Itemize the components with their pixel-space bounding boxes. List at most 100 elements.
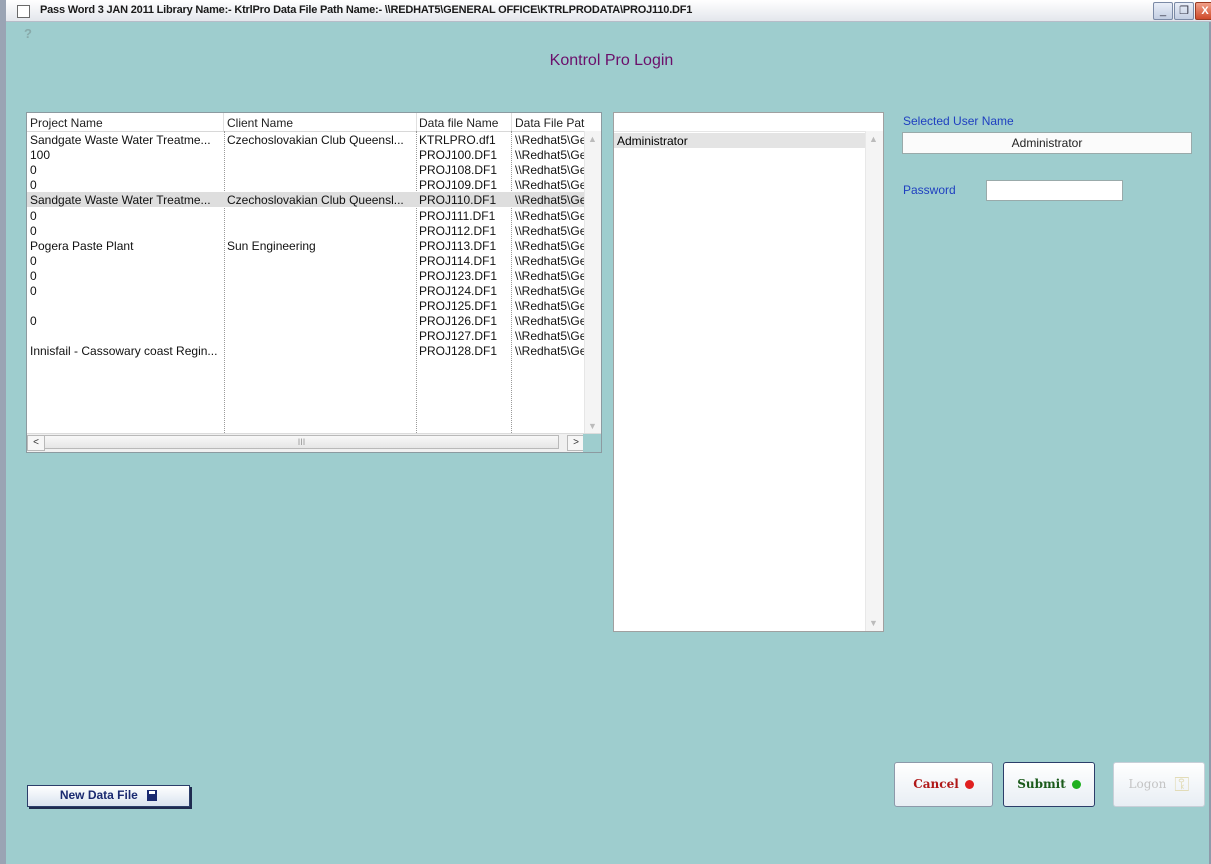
cell-file: PROJ124.DF1 xyxy=(419,284,498,298)
cell-path: \\Redhat5\Ge xyxy=(515,223,585,238)
user-list-header xyxy=(614,113,883,132)
table-row[interactable]: 0 PROJ111.DF1 \\Redhat5\Ge xyxy=(27,208,585,223)
header-divider[interactable] xyxy=(511,113,512,131)
floppy-disk-icon xyxy=(147,790,158,802)
horizontal-scrollbar[interactable]: < III > xyxy=(27,433,601,452)
new-data-file-label: New Data File xyxy=(59,788,138,802)
table-row[interactable]: 0 PROJ124.DF1 \\Redhat5\Ge xyxy=(27,283,585,298)
cell-path: \\Redhat5\Ge xyxy=(515,268,585,283)
keys-icon: ⚿ xyxy=(1174,772,1190,796)
cell-file: PROJ100.DF1 xyxy=(419,148,498,163)
restore-button[interactable]: ❐ xyxy=(1174,2,1194,20)
selected-user-field: Administrator xyxy=(902,132,1192,154)
cell-file: PROJ113.DF1 xyxy=(419,238,497,253)
header-divider[interactable] xyxy=(416,113,417,131)
cell-path: \\Redhat5\Ge xyxy=(515,284,585,298)
table-row[interactable]: PROJ125.DF1 \\Redhat5\Ge xyxy=(27,298,585,313)
scroll-up-icon[interactable]: ▲ xyxy=(869,134,878,144)
table-row[interactable]: 100 PROJ100.DF1 \\Redhat5\Ge xyxy=(27,147,585,162)
scrollbar-corner xyxy=(583,434,601,452)
close-button[interactable]: X xyxy=(1195,2,1211,20)
column-header-project-name[interactable]: Project Name xyxy=(30,116,220,130)
cell-path: \\Redhat5\Ge xyxy=(515,253,585,268)
user-list-item[interactable]: Administrator xyxy=(614,133,866,148)
logon-label: Logon xyxy=(1128,777,1167,791)
cell-file: PROJ123.DF1 xyxy=(419,268,498,283)
cell-client: Czechoslovakian Club Queensl... xyxy=(227,193,404,208)
cell-path: \\Redhat5\Ge xyxy=(515,148,585,163)
vertical-scrollbar[interactable]: ▲ ▼ xyxy=(584,131,601,434)
table-row[interactable]: 0 PROJ108.DF1 \\Redhat5\Ge xyxy=(27,162,585,177)
project-list[interactable]: Project Name Client Name Data file Name … xyxy=(26,112,602,453)
scroll-up-icon[interactable]: ▲ xyxy=(588,134,597,144)
cell-project: Sandgate Waste Water Treatme... xyxy=(30,133,211,147)
table-row[interactable]: 0 PROJ112.DF1 \\Redhat5\Ge xyxy=(27,223,585,238)
user-list[interactable]: Administrator ▲ ▼ xyxy=(613,112,884,632)
table-row[interactable]: 0 PROJ123.DF1 \\Redhat5\Ge xyxy=(27,268,585,283)
cell-file: PROJ112.DF1 xyxy=(419,223,497,238)
table-row[interactable]: 0 PROJ109.DF1 \\Redhat5\Ge xyxy=(27,177,585,192)
user-name: Administrator xyxy=(617,134,688,148)
scroll-left-button[interactable]: < xyxy=(27,435,45,451)
window-menu-icon[interactable] xyxy=(17,5,30,18)
column-header-data-file-path[interactable]: Data File Pathn xyxy=(515,116,585,130)
cell-file: PROJ128.DF1 xyxy=(419,344,498,359)
cell-path: \\Redhat5\Ge xyxy=(515,299,585,314)
horizontal-scroll-thumb[interactable]: III xyxy=(44,435,559,449)
cancel-button[interactable]: Cancel xyxy=(894,762,993,807)
cell-project: 0 xyxy=(30,268,37,283)
cell-project: 0 xyxy=(30,208,37,223)
minimize-button[interactable]: _ xyxy=(1153,2,1173,20)
header-divider[interactable] xyxy=(223,113,224,131)
table-row[interactable]: PROJ127.DF1 \\Redhat5\Ge xyxy=(27,328,585,343)
red-status-icon xyxy=(964,780,974,789)
table-row[interactable]: 0 PROJ114.DF1 \\Redhat5\Ge xyxy=(27,253,585,268)
cell-path: \\Redhat5\Ge xyxy=(515,329,585,344)
password-label: Password xyxy=(903,183,956,197)
cell-path: \\Redhat5\Ge xyxy=(515,344,585,359)
cell-path: \\Redhat5\Ge xyxy=(515,314,585,329)
selected-user-label: Selected User Name xyxy=(903,114,1014,128)
cell-project: 0 xyxy=(30,178,37,193)
cell-path: \\Redhat5\Ge xyxy=(515,133,585,147)
table-row[interactable]: Pogera Paste Plant Sun Engineering PROJ113… xyxy=(27,238,585,253)
scroll-down-icon[interactable]: ▼ xyxy=(869,618,878,628)
cell-file: PROJ109.DF1 xyxy=(419,178,498,193)
cell-project: 0 xyxy=(30,163,37,178)
user-list-scrollbar[interactable]: ▲ ▼ xyxy=(865,131,883,631)
cell-path: \\Redhat5\Ge xyxy=(515,178,585,193)
submit-label: Submit xyxy=(1017,777,1066,791)
logon-button[interactable]: Logon ⚿ xyxy=(1113,762,1205,807)
scroll-down-icon[interactable]: ▼ xyxy=(588,421,597,431)
cell-client: Sun Engineering xyxy=(227,238,316,253)
cell-project: 100 xyxy=(30,148,51,163)
cell-project: 0 xyxy=(30,253,37,268)
cancel-label: Cancel xyxy=(913,777,959,791)
table-row[interactable]: Sandgate Waste Water Treatme... Czechoslo… xyxy=(27,192,585,208)
page-title: Kontrol Pro Login xyxy=(549,52,674,69)
new-data-file-button[interactable]: New Data File xyxy=(27,785,190,807)
cell-file: PROJ126.DF1 xyxy=(419,314,498,329)
cell-path: \\Redhat5\Ge xyxy=(515,238,585,253)
cell-project: Innisfail - Cassowary coast Regin... xyxy=(30,344,218,359)
cell-project: 0 xyxy=(30,284,37,298)
cell-file: PROJ114.DF1 xyxy=(419,253,497,268)
submit-button[interactable]: Submit xyxy=(1003,762,1095,807)
project-list-header: Project Name Client Name Data file Name … xyxy=(27,113,601,132)
window-title: Pass Word 3 JAN 2011 Library Name:- Ktrl… xyxy=(40,4,693,16)
cell-file: PROJ127.DF1 xyxy=(419,329,498,344)
password-input[interactable] xyxy=(986,180,1123,201)
cell-project: Sandgate Waste Water Treatme... xyxy=(30,193,211,208)
green-status-icon xyxy=(1071,780,1081,789)
help-icon[interactable]: ? xyxy=(24,26,32,41)
table-row[interactable]: 0 PROJ126.DF1 \\Redhat5\Ge xyxy=(27,313,585,328)
column-header-data-file-name[interactable]: Data file Name xyxy=(419,116,509,130)
cell-client: Czechoslovakian Club Queensl... xyxy=(227,133,404,147)
cell-file: PROJ125.DF1 xyxy=(419,299,498,314)
table-row[interactable]: Sandgate Waste Water Treatme... Czechoslo… xyxy=(27,132,585,147)
cell-file: PROJ111.DF1 xyxy=(419,208,496,223)
table-row[interactable]: Innisfail - Cassowary coast Regin... PROJ… xyxy=(27,343,585,358)
title-bar[interactable]: Pass Word 3 JAN 2011 Library Name:- Ktrl… xyxy=(6,0,1211,22)
cell-path: \\Redhat5\Ge xyxy=(515,163,585,178)
column-header-client-name[interactable]: Client Name xyxy=(227,116,413,130)
